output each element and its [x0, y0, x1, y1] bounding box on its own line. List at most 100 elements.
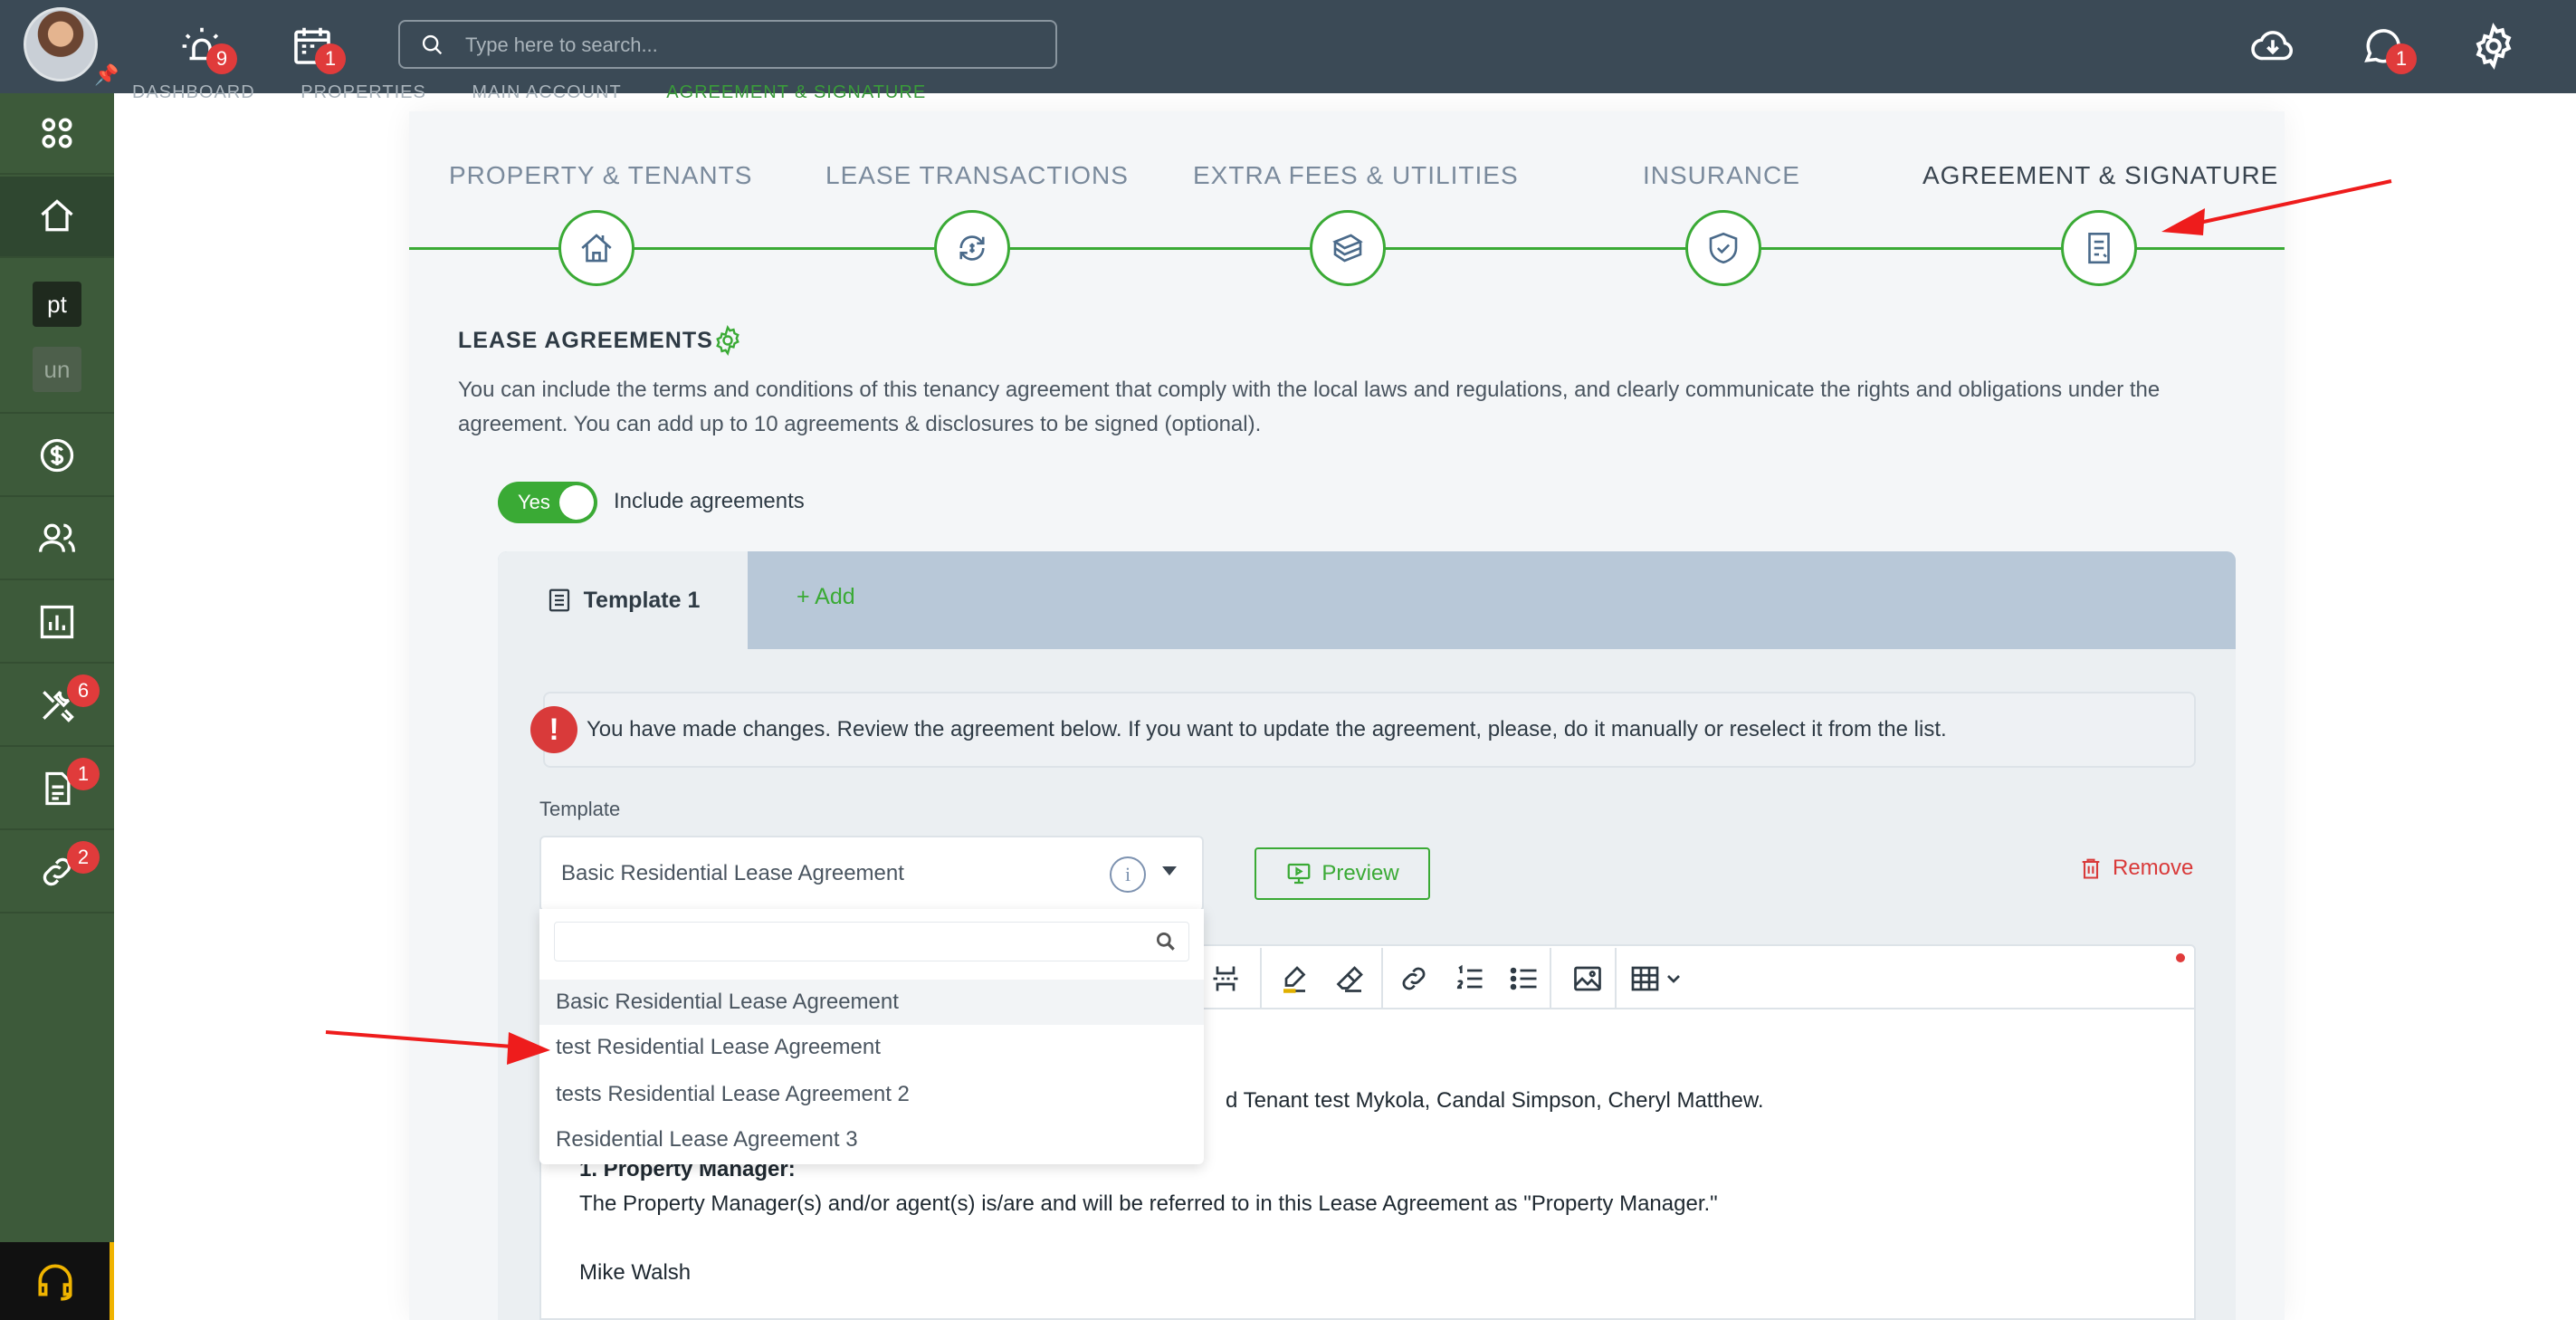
breadcrumb: DASHBOARD PROPERTIES MAIN ACCOUNT AGREEM…	[132, 82, 966, 103]
include-agreements-toggle[interactable]: Yes	[498, 482, 597, 523]
dropdown-search-input[interactable]	[554, 922, 1189, 961]
sidebar-chip-un[interactable]: un	[33, 347, 81, 392]
chat-badge: 1	[2386, 43, 2417, 74]
links-badge: 2	[67, 841, 100, 874]
search-icon	[1156, 932, 1175, 951]
tab-template-1[interactable]: Template 1	[498, 551, 748, 649]
search-icon	[422, 34, 443, 55]
support-button[interactable]	[0, 1242, 114, 1320]
house-icon	[581, 234, 612, 263]
sidebar-chip-pt[interactable]: pt	[33, 282, 81, 327]
table-icon[interactable]	[1629, 962, 1685, 995]
remove-label: Remove	[2113, 856, 2194, 880]
top-bar: 📌 9 1 1	[0, 0, 2576, 93]
step-label-property-tenants[interactable]: PROPERTY & TENANTS	[449, 161, 752, 190]
sidebar-item-maintenance[interactable]: 6	[0, 665, 114, 747]
trash-icon	[2082, 858, 2100, 879]
bullet-list-icon[interactable]	[1508, 962, 1541, 995]
sidebar-item-home[interactable]	[0, 177, 114, 258]
alert-icon: !	[530, 706, 577, 753]
template-selected-value: Basic Residential Lease Agreement	[561, 861, 904, 885]
template-dropdown: Basic Residential Lease Agreement test R…	[539, 909, 1204, 1164]
step-label-lease-transactions[interactable]: LEASE TRANSACTIONS	[825, 161, 1129, 190]
dollar-icon	[40, 438, 74, 473]
calendar-badge: 1	[315, 43, 346, 74]
step-label-agreement-signature[interactable]: AGREEMENT & SIGNATURE	[1922, 161, 2278, 190]
step-property-tenants[interactable]	[558, 210, 634, 286]
chevron-down-icon[interactable]	[1162, 866, 1177, 875]
apps-grid-icon	[42, 118, 72, 148]
template-label: Template	[539, 798, 621, 820]
exchange-money-icon	[959, 235, 985, 261]
dropdown-option[interactable]: tests Residential Lease Agreement 2	[539, 1072, 1204, 1117]
include-agreements-label: Include agreements	[614, 489, 805, 513]
maintenance-badge: 6	[67, 674, 100, 707]
dropdown-option[interactable]: Residential Lease Agreement 3	[539, 1117, 1204, 1162]
sidebar-item-documents[interactable]: 1	[0, 749, 114, 830]
plus-icon: +	[797, 584, 816, 609]
unsaved-indicator	[2176, 953, 2185, 962]
sidebar: pt un 6 1 2	[0, 93, 114, 1320]
headset-icon	[37, 1264, 72, 1301]
alarm-icon[interactable]: 9	[177, 22, 237, 74]
calendar-icon[interactable]: 1	[288, 22, 346, 74]
sidebar-item-reports[interactable]	[0, 582, 114, 664]
template-select[interactable]: Basic Residential Lease Agreement i	[539, 836, 1204, 912]
editor-line-tenants: d Tenant test Mykola, Candal Simpson, Ch…	[1226, 1088, 1764, 1113]
breadcrumb-current: AGREEMENT & SIGNATURE	[666, 82, 927, 102]
step-agreement-signature[interactable]	[2061, 210, 2137, 286]
dropdown-option[interactable]: Basic Residential Lease Agreement	[539, 980, 1204, 1025]
monitor-play-icon	[1287, 863, 1311, 885]
toggle-knob	[559, 485, 594, 520]
toggle-label: Yes	[518, 491, 550, 513]
pin-icon: 📌	[94, 63, 119, 86]
breadcrumb-item[interactable]: MAIN ACCOUNT	[472, 82, 621, 102]
toolbar-separator	[1550, 948, 1551, 1008]
cloud-download-icon[interactable]	[2248, 22, 2297, 71]
sidebar-item-apps[interactable]	[0, 93, 114, 175]
people-icon	[39, 523, 75, 552]
breadcrumb-item[interactable]: DASHBOARD	[132, 82, 255, 102]
step-label-insurance[interactable]: INSURANCE	[1643, 161, 1800, 190]
editor-line-name: Mike Walsh	[579, 1260, 692, 1285]
lease-description: You can include the terms and conditions…	[458, 378, 2161, 436]
eraser-icon[interactable]	[1334, 962, 1367, 995]
changes-alert: ! You have made changes. Review the agre…	[530, 692, 2196, 768]
user-avatar[interactable]	[24, 7, 98, 81]
tab-template-1-label: Template 1	[583, 587, 701, 613]
documents-badge: 1	[67, 758, 100, 790]
chat-icon[interactable]: 1	[2359, 22, 2417, 74]
sidebar-item-accounting[interactable]	[0, 416, 114, 497]
numbered-list-icon[interactable]	[1454, 962, 1486, 995]
editor-line-property-manager: The Property Manager(s) and/or agent(s) …	[579, 1191, 1718, 1216]
gear-icon[interactable]	[2469, 22, 2518, 71]
lease-agreements-title: LEASE AGREEMENTS	[458, 328, 713, 353]
home-icon	[41, 199, 73, 232]
document-icon	[2088, 232, 2110, 264]
toolbar-separator	[1615, 948, 1617, 1008]
step-label-extra-fees[interactable]: EXTRA FEES & UTILITIES	[1193, 161, 1519, 190]
link-icon[interactable]	[1398, 962, 1430, 995]
add-template-tab[interactable]: + Add	[797, 584, 855, 610]
page-break-icon[interactable]	[1209, 962, 1242, 995]
sidebar-item-links[interactable]: 2	[0, 832, 114, 913]
preview-label: Preview	[1321, 861, 1399, 885]
toolbar-separator	[1260, 948, 1262, 1008]
dropdown-option[interactable]: test Residential Lease Agreement	[539, 1025, 1204, 1070]
step-lease-transactions[interactable]	[934, 210, 1010, 286]
breadcrumb-item[interactable]: PROPERTIES	[301, 82, 426, 102]
alert-text: You have made changes. Review the agreem…	[587, 717, 1947, 741]
search-input[interactable]	[465, 29, 1026, 62]
image-icon[interactable]	[1571, 962, 1604, 995]
search-box[interactable]	[398, 20, 1057, 69]
gear-icon[interactable]	[711, 324, 744, 357]
info-icon[interactable]: i	[1110, 856, 1146, 893]
template-icon	[549, 588, 569, 612]
sidebar-item-portfolios: pt un	[0, 260, 114, 414]
preview-button[interactable]: Preview	[1255, 847, 1430, 900]
sidebar-item-people[interactable]	[0, 499, 114, 580]
step-extra-fees[interactable]	[1310, 210, 1386, 286]
remove-button[interactable]: Remove	[2078, 856, 2193, 881]
step-insurance[interactable]	[1685, 210, 1761, 286]
highlighter-icon[interactable]	[1278, 962, 1311, 995]
